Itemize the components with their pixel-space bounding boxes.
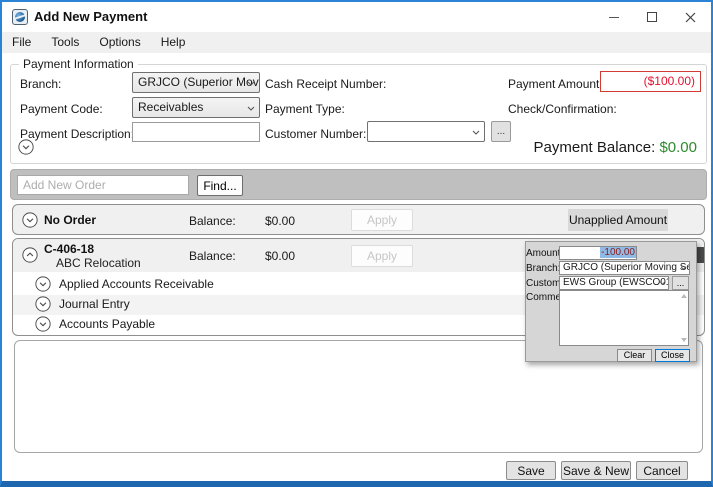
payment-code-combobox[interactable]: Receivables [132, 97, 260, 118]
row-expander-chevron-down-icon[interactable] [22, 212, 38, 228]
amount-label: Amount: [526, 248, 558, 259]
payment-amount-input[interactable]: ($100.00) [600, 71, 701, 92]
scroll-up-icon[interactable] [681, 294, 687, 298]
title-bar: Add New Payment [2, 2, 711, 32]
cash-receipt-number-label: Cash Receipt Number: [265, 77, 386, 91]
no-order-row: No Order Balance: $0.00 Apply Unapplied … [12, 204, 705, 235]
comments-textarea[interactable] [559, 290, 689, 346]
customer-lookup-button[interactable]: ... [491, 121, 511, 142]
close-popup-button[interactable]: Close [655, 349, 690, 362]
window-title: Add New Payment [34, 2, 147, 32]
menu-bar: File Tools Options Help [2, 32, 711, 53]
unapplied-amount-button[interactable]: Unapplied Amount [568, 209, 668, 231]
maximize-icon [647, 12, 657, 22]
balance-label: Balance: [189, 249, 236, 263]
order-title: No Order [44, 213, 96, 227]
comments-label: Comments: [526, 292, 558, 303]
add-new-payment-window: Add New Payment File Tools Options Help … [0, 0, 713, 487]
scroll-down-icon[interactable] [681, 338, 687, 342]
app-icon [12, 9, 28, 25]
customer-combobox[interactable]: EWS Group (EWSCO010) [559, 276, 669, 290]
close-icon [685, 12, 696, 23]
branch-value: GRJCO (Superior Moving Services of CO) [563, 262, 690, 273]
menu-file[interactable]: File [10, 32, 41, 53]
section-label: Accounts Payable [59, 317, 155, 331]
amount-input[interactable]: -100.00 [559, 246, 637, 260]
customer-value: EWS Group (EWSCO010) [563, 277, 669, 288]
payment-type-label: Payment Type: [265, 102, 345, 116]
expander-chevron-down-icon[interactable] [18, 139, 34, 155]
payment-code-label: Payment Code: [20, 102, 103, 116]
payment-description-label: Payment Description: [20, 127, 134, 141]
apply-button[interactable]: Apply [351, 209, 413, 231]
branch-combobox[interactable]: GRJCO (Superior Movir [132, 72, 260, 93]
chevron-down-icon [247, 81, 255, 86]
section-chevron-down-icon[interactable] [35, 276, 51, 292]
hidden-button-fragment [697, 247, 705, 263]
maximize-button[interactable] [633, 2, 671, 32]
order-subtitle: ABC Relocation [56, 256, 141, 270]
find-button[interactable]: Find... [197, 175, 243, 196]
customer-lookup-button[interactable]: ... [672, 276, 689, 290]
chevron-down-icon [472, 130, 480, 135]
payment-balance-value: $0.00 [659, 139, 697, 156]
menu-options[interactable]: Options [89, 32, 150, 53]
payment-code-value: Receivables [138, 100, 203, 114]
minimize-icon [609, 17, 619, 18]
chevron-down-icon [680, 266, 687, 270]
minimize-button[interactable] [595, 2, 633, 32]
branch-label: Branch: [20, 77, 61, 91]
section-label: Applied Accounts Receivable [59, 277, 214, 291]
cancel-button[interactable]: Cancel [636, 461, 688, 480]
balance-value: $0.00 [265, 249, 295, 263]
section-chevron-down-icon[interactable] [35, 296, 51, 312]
apply-button[interactable]: Apply [351, 245, 413, 267]
group-legend: Payment Information [19, 57, 138, 71]
row-collapse-chevron-up-icon[interactable] [22, 247, 38, 263]
section-label: Journal Entry [59, 297, 130, 311]
branch-label: Branch: [526, 263, 558, 274]
section-chevron-down-icon[interactable] [35, 316, 51, 332]
add-new-order-input[interactable] [17, 175, 189, 195]
branch-combobox[interactable]: GRJCO (Superior Moving Services of CO) [559, 261, 690, 275]
order-title: C-406-18 [44, 242, 94, 256]
close-button[interactable] [671, 2, 709, 32]
payment-amount-value: ($100.00) [644, 74, 695, 88]
window-controls [595, 2, 709, 32]
payment-amount-label: Payment Amount: [508, 77, 603, 91]
menu-tools[interactable]: Tools [41, 32, 89, 53]
payment-balance-label: Payment Balance: [534, 139, 656, 156]
balance-value: $0.00 [265, 214, 295, 228]
clear-button[interactable]: Clear [617, 349, 652, 362]
balance-label: Balance: [189, 214, 236, 228]
order-search-toolbar: Find... [10, 169, 707, 200]
amount-selected-value: -100.00 [600, 247, 636, 258]
chevron-down-icon [247, 106, 255, 111]
chevron-down-icon [659, 281, 666, 285]
payment-description-input[interactable] [132, 122, 260, 142]
customer-label: Customer: [526, 278, 558, 289]
save-and-new-button[interactable]: Save & New [561, 461, 631, 480]
check-confirmation-label: Check/Confirmation: [508, 102, 617, 116]
customer-number-label: Customer Number: [265, 127, 366, 141]
customer-number-combobox[interactable] [367, 121, 485, 142]
save-button[interactable]: Save [506, 461, 556, 480]
branch-value: GRJCO (Superior Movir [138, 75, 260, 89]
menu-help[interactable]: Help [151, 32, 196, 53]
payment-balance: Payment Balance: $0.00 [534, 139, 697, 156]
amount-entry-popup: Amount: -100.00 Branch: GRJCO (Superior … [525, 241, 697, 362]
